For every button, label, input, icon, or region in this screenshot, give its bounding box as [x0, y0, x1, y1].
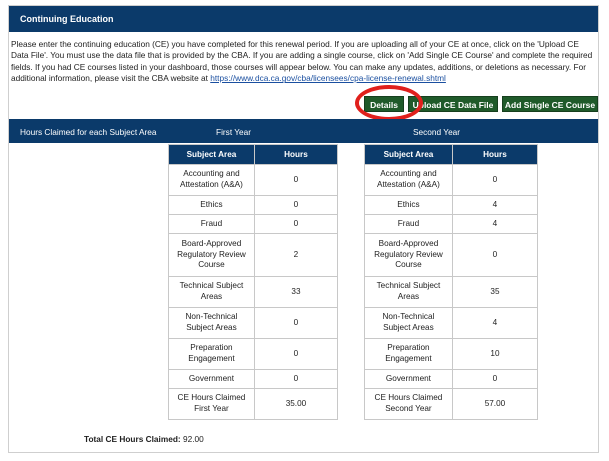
total-ce-hours: Total CE Hours Claimed: 92.00 [84, 434, 204, 444]
subject-area-cell: Non-Technical Subject Areas [364, 307, 453, 339]
hours-cell: 0 [451, 369, 539, 389]
table-row: Board-Approved Regulatory Review Course 0 [364, 233, 539, 277]
table-row: Technical Subject Areas 33 [168, 276, 339, 308]
hours-cell: 10 [451, 338, 539, 370]
table-row: Government 0 [168, 369, 339, 389]
add-single-ce-course-button[interactable]: Add Single CE Course [502, 96, 598, 112]
hours-cell: 2 [253, 233, 339, 277]
hours-header: Hours [253, 144, 339, 165]
hours-cell: 4 [451, 307, 539, 339]
hours-claimed-bar: Hours Claimed for each Subject Area Firs… [9, 119, 598, 143]
total-value: 92.00 [182, 434, 204, 444]
subject-area-header: Subject Area [168, 144, 255, 165]
hours-cell: 4 [451, 214, 539, 234]
subject-area-cell: Board-Approved Regulatory Review Course [364, 233, 453, 277]
cba-website-link[interactable]: https://www.dca.ca.gov/cba/licensees/cpa… [210, 73, 446, 83]
hours-cell: 0 [253, 195, 339, 215]
table-row: CE Hours Claimed Second Year 57.00 [364, 388, 539, 420]
first-year-table: Subject Area Hours Accounting and Attest… [168, 144, 339, 420]
subject-area-cell: Accounting and Attestation (A&A) [168, 164, 255, 196]
hours-cell: 33 [253, 276, 339, 308]
table-row: CE Hours Claimed First Year 35.00 [168, 388, 339, 420]
hours-header: Hours [451, 144, 539, 165]
subject-area-cell: Board-Approved Regulatory Review Course [168, 233, 255, 277]
table-row: Preparation Engagement 10 [364, 338, 539, 370]
panel-header: Continuing Education [9, 6, 598, 32]
table-row: Accounting and Attestation (A&A) 0 [364, 164, 539, 196]
table-row: Ethics 4 [364, 195, 539, 215]
table-row: Ethics 0 [168, 195, 339, 215]
upload-ce-data-file-button[interactable]: Upload CE Data File [408, 96, 498, 112]
hours-cell: 0 [451, 233, 539, 277]
hours-claimed-label: Hours Claimed for each Subject Area [20, 127, 157, 137]
subject-area-cell: Ethics [168, 195, 255, 215]
table-row: Fraud 4 [364, 214, 539, 234]
second-year-table: Subject Area Hours Accounting and Attest… [364, 144, 539, 420]
subject-area-cell: Preparation Engagement [168, 338, 255, 370]
hours-cell: 35.00 [253, 388, 339, 420]
table-row: Non-Technical Subject Areas 4 [364, 307, 539, 339]
table-row: Board-Approved Regulatory Review Course 2 [168, 233, 339, 277]
subject-area-cell: CE Hours Claimed First Year [168, 388, 255, 420]
hours-cell: 0 [451, 164, 539, 196]
subject-area-cell: Preparation Engagement [364, 338, 453, 370]
second-year-label: Second Year [413, 127, 461, 137]
hours-cell: 57.00 [451, 388, 539, 420]
subject-area-cell: Technical Subject Areas [364, 276, 453, 308]
subject-area-cell: Accounting and Attestation (A&A) [364, 164, 453, 196]
hours-cell: 4 [451, 195, 539, 215]
table-row: Technical Subject Areas 35 [364, 276, 539, 308]
hours-cell: 35 [451, 276, 539, 308]
table-row: Fraud 0 [168, 214, 339, 234]
subject-area-cell: Fraud [168, 214, 255, 234]
first-year-label: First Year [216, 127, 252, 137]
table-row: Government 0 [364, 369, 539, 389]
hours-cell: 0 [253, 214, 339, 234]
subject-area-cell: Non-Technical Subject Areas [168, 307, 255, 339]
table-row: Accounting and Attestation (A&A) 0 [168, 164, 339, 196]
hours-cell: 0 [253, 307, 339, 339]
subject-area-cell: Government [364, 369, 453, 389]
subject-area-header: Subject Area [364, 144, 453, 165]
table-row: Preparation Engagement 0 [168, 338, 339, 370]
subject-area-cell: Technical Subject Areas [168, 276, 255, 308]
subject-area-cell: Ethics [364, 195, 453, 215]
details-button[interactable]: Details [364, 96, 404, 112]
subject-area-cell: Government [168, 369, 255, 389]
total-label: Total CE Hours Claimed: [84, 434, 181, 444]
table-row: Non-Technical Subject Areas 0 [168, 307, 339, 339]
subject-area-cell: CE Hours Claimed Second Year [364, 388, 453, 420]
hours-cell: 0 [253, 164, 339, 196]
hours-cell: 0 [253, 338, 339, 370]
instructions-text: Please enter the continuing education (C… [11, 39, 596, 85]
subject-area-cell: Fraud [364, 214, 453, 234]
continuing-education-panel: Continuing Education Please enter the co… [8, 5, 599, 453]
hours-cell: 0 [253, 369, 339, 389]
